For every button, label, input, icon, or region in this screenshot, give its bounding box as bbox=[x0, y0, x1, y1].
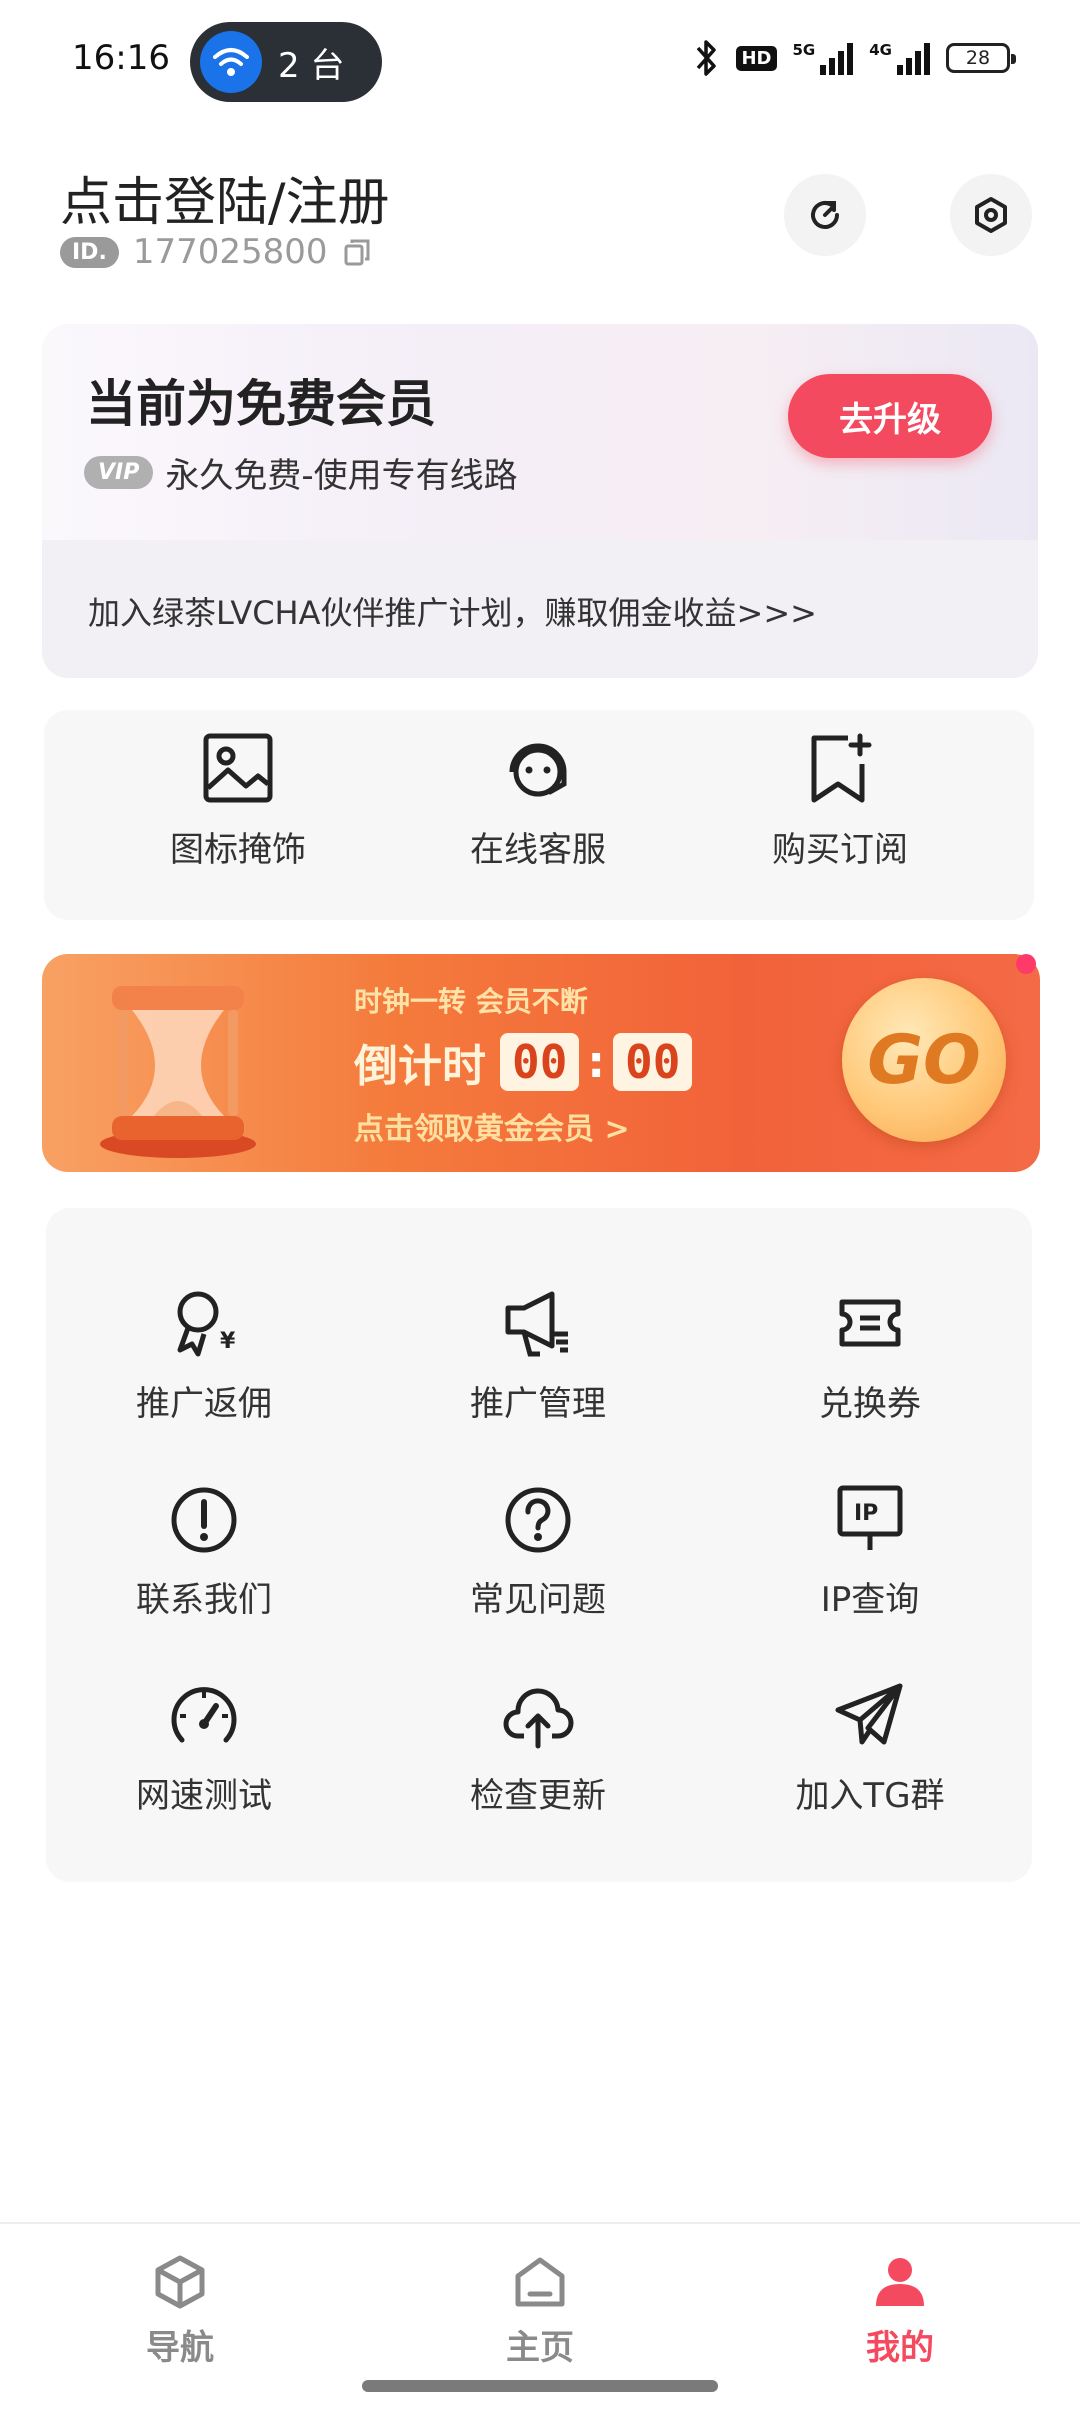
feature-coupon[interactable]: 兑换券 bbox=[720, 1288, 1020, 1425]
feature-grid: ¥ 推广返佣 推广管理 兑换券 联系我们 常见问题 IP IP查询 网速测试 检… bbox=[46, 1208, 1032, 1882]
alert-circle-icon bbox=[171, 1487, 237, 1553]
home-indicator[interactable] bbox=[362, 2380, 718, 2392]
wifi-hotspot-icon bbox=[200, 31, 262, 93]
countdown-seconds: 00 bbox=[613, 1033, 693, 1091]
rebate-icon: ¥ bbox=[177, 1291, 236, 1357]
login-register-link[interactable]: 点击登陆/注册 bbox=[60, 160, 390, 235]
refresh-button[interactable] bbox=[784, 174, 866, 256]
feature-label: IP查询 bbox=[820, 1580, 920, 1620]
home-icon bbox=[515, 2257, 565, 2307]
quick-action-icon-disguise[interactable]: 图标掩饰 bbox=[118, 732, 358, 871]
user-id-row: ID. 177025800 bbox=[60, 232, 372, 272]
quick-action-buy-subscription[interactable]: 购买订阅 bbox=[720, 732, 960, 871]
image-icon bbox=[203, 733, 273, 803]
membership-subtitle-row: VIP 永久免费-使用专有线路 bbox=[84, 448, 518, 497]
feature-label: 联系我们 bbox=[136, 1580, 272, 1620]
nav-label: 导航 bbox=[146, 2328, 214, 2368]
countdown-minutes: 00 bbox=[500, 1033, 580, 1091]
hotspot-pill[interactable]: 2 台 bbox=[190, 22, 382, 102]
notification-dot bbox=[1016, 954, 1036, 974]
status-bar: 16:16 2 台 HD 5G 4G 28 bbox=[0, 0, 1080, 120]
quick-action-label: 在线客服 bbox=[470, 830, 606, 870]
quick-action-online-support[interactable]: 在线客服 bbox=[418, 732, 658, 871]
feature-label: 检查更新 bbox=[470, 1776, 606, 1816]
telegram-icon bbox=[835, 1683, 903, 1745]
membership-subtitle: 永久免费-使用专有线路 bbox=[165, 456, 518, 496]
feature-promo-management[interactable]: 推广管理 bbox=[388, 1288, 688, 1425]
id-badge: ID. bbox=[60, 236, 119, 268]
feature-label: 网速测试 bbox=[136, 1776, 272, 1816]
ip-icon-text: IP bbox=[854, 1501, 878, 1526]
vip-badge: VIP bbox=[84, 456, 154, 489]
quick-actions: 图标掩饰 在线客服 购买订阅 bbox=[44, 710, 1034, 920]
go-button[interactable]: GO bbox=[842, 978, 1006, 1142]
customer-service-icon bbox=[509, 743, 567, 797]
hourglass-icon bbox=[100, 986, 256, 1158]
refresh-icon bbox=[811, 201, 839, 229]
feature-label: 推广返佣 bbox=[136, 1384, 272, 1424]
feature-label: 常见问题 bbox=[470, 1580, 606, 1620]
battery-icon: 28 bbox=[946, 43, 1016, 73]
go-label: GO bbox=[867, 1020, 981, 1100]
feature-label: 推广管理 bbox=[470, 1384, 606, 1424]
ip-icon: IP bbox=[837, 1485, 903, 1550]
battery-level: 28 bbox=[965, 47, 991, 69]
promo-claim-link[interactable]: 点击领取黄金会员 > bbox=[354, 1104, 630, 1148]
user-id: 177025800 bbox=[132, 232, 328, 272]
nav-item-navigation[interactable]: 导航 bbox=[80, 2254, 280, 2369]
cube-icon bbox=[155, 2255, 205, 2309]
feature-faq[interactable]: 常见问题 bbox=[388, 1484, 688, 1621]
nav-label: 我的 bbox=[866, 2328, 934, 2368]
countdown-label: 倒计时 bbox=[354, 1041, 486, 1092]
feature-ip-lookup[interactable]: IP IP查询 bbox=[720, 1484, 1020, 1621]
upgrade-button[interactable]: 去升级 bbox=[788, 374, 992, 458]
user-icon bbox=[876, 2258, 924, 2306]
membership-card: 当前为免费会员 VIP 永久免费-使用专有线路 去升级 加入绿茶LVCHA伙伴推… bbox=[42, 324, 1038, 678]
signal-4g-icon: 4G bbox=[869, 41, 930, 75]
signal-5g-label: 5G bbox=[792, 41, 816, 59]
feature-join-telegram[interactable]: 加入TG群 bbox=[720, 1680, 1020, 1817]
quick-action-label: 图标掩饰 bbox=[170, 830, 306, 870]
countdown: 倒计时 00 : 00 bbox=[354, 1030, 693, 1094]
signal-4g-label: 4G bbox=[869, 41, 892, 59]
feature-check-update[interactable]: 检查更新 bbox=[388, 1680, 688, 1817]
svg-text:¥: ¥ bbox=[220, 1329, 236, 1354]
bookmark-plus-icon bbox=[811, 733, 872, 803]
hd-icon: HD bbox=[736, 45, 777, 71]
bluetooth-icon bbox=[697, 40, 717, 76]
feature-label: 加入TG群 bbox=[795, 1776, 945, 1816]
feature-rebate[interactable]: ¥ 推广返佣 bbox=[54, 1288, 354, 1425]
settings-button[interactable] bbox=[950, 174, 1032, 256]
signal-5g-icon: 5G bbox=[793, 41, 854, 75]
coupon-icon bbox=[839, 1299, 901, 1347]
promo-slogan: 时钟一转 会员不断 bbox=[354, 985, 588, 1018]
hotspot-count: 2 台 bbox=[278, 45, 345, 86]
partner-program-link[interactable]: 加入绿茶LVCHA伙伴推广计划，赚取佣金收益>>> bbox=[88, 588, 817, 634]
status-time: 16:16 bbox=[72, 38, 170, 78]
nav-label: 主页 bbox=[506, 2328, 574, 2368]
status-icons: HD 5G 4G 28 bbox=[694, 38, 1016, 78]
feature-label: 兑换券 bbox=[819, 1384, 921, 1424]
nav-item-home[interactable]: 主页 bbox=[440, 2254, 640, 2369]
feature-speed-test[interactable]: 网速测试 bbox=[54, 1680, 354, 1817]
quick-action-label: 购买订阅 bbox=[772, 830, 908, 870]
gold-membership-promo-banner[interactable]: 时钟一转 会员不断 倒计时 00 : 00 点击领取黄金会员 > GO bbox=[42, 954, 1040, 1172]
countdown-colon: : bbox=[587, 1036, 605, 1088]
speedometer-icon bbox=[171, 1687, 237, 1743]
nav-item-mine[interactable]: 我的 bbox=[800, 2254, 1000, 2369]
settings-icon bbox=[975, 197, 1007, 233]
cloud-upload-icon bbox=[503, 1688, 574, 1749]
membership-title: 当前为免费会员 bbox=[86, 375, 436, 433]
megaphone-icon bbox=[505, 1291, 568, 1357]
question-circle-icon bbox=[505, 1487, 571, 1553]
feature-contact-us[interactable]: 联系我们 bbox=[54, 1484, 354, 1621]
copy-icon[interactable] bbox=[342, 237, 372, 267]
